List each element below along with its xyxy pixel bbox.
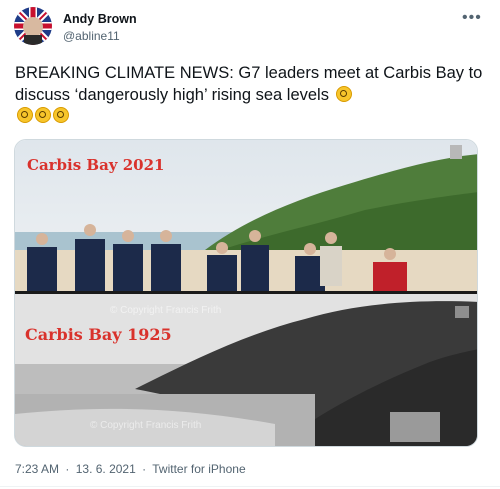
face-with-monocle-icon — [17, 107, 33, 123]
watermark: © Copyright Francis Frith — [90, 420, 202, 431]
face-with-monocle-icon — [335, 85, 352, 102]
meta-separator: · — [65, 462, 70, 476]
meta-separator: · — [142, 462, 147, 476]
tweet-date[interactable]: 13. 6. 2021 — [76, 462, 136, 476]
photo-2021: Carbis Bay 2021 — [15, 140, 477, 291]
face-with-monocle-icon — [53, 107, 69, 123]
caption-2021: Carbis Bay 2021 — [27, 156, 165, 174]
tweet-text: BREAKING CLIMATE NEWS: G7 leaders meet a… — [15, 63, 485, 128]
tweet-body: BREAKING CLIMATE NEWS: G7 leaders meet a… — [15, 64, 483, 104]
caption-1925: Carbis Bay 1925 — [25, 325, 172, 344]
face-with-monocle-icon — [35, 107, 51, 123]
author-handle[interactable]: @abline11 — [63, 29, 120, 43]
tweet: Andy Brown @abline11 ••• BREAKING CLIMAT… — [0, 0, 500, 489]
author-name[interactable]: Andy Brown — [63, 12, 137, 26]
tweet-source[interactable]: Twitter for iPhone — [152, 462, 245, 476]
more-options-icon[interactable]: ••• — [462, 9, 482, 27]
tweet-time[interactable]: 7:23 AM — [15, 462, 59, 476]
divider — [0, 486, 500, 487]
tweet-meta: 7:23 AM · 13. 6. 2021 · Twitter for iPho… — [15, 462, 249, 476]
photo-1925: Carbis Bay 1925 — [15, 294, 477, 446]
union-flag-avatar-image — [14, 7, 52, 45]
watermark: © Copyright Francis Frith — [110, 305, 222, 316]
avatar[interactable] — [14, 7, 52, 45]
media-image[interactable]: Carbis Bay 2021 Carbis Bay 1925 © Copyri… — [14, 139, 478, 447]
